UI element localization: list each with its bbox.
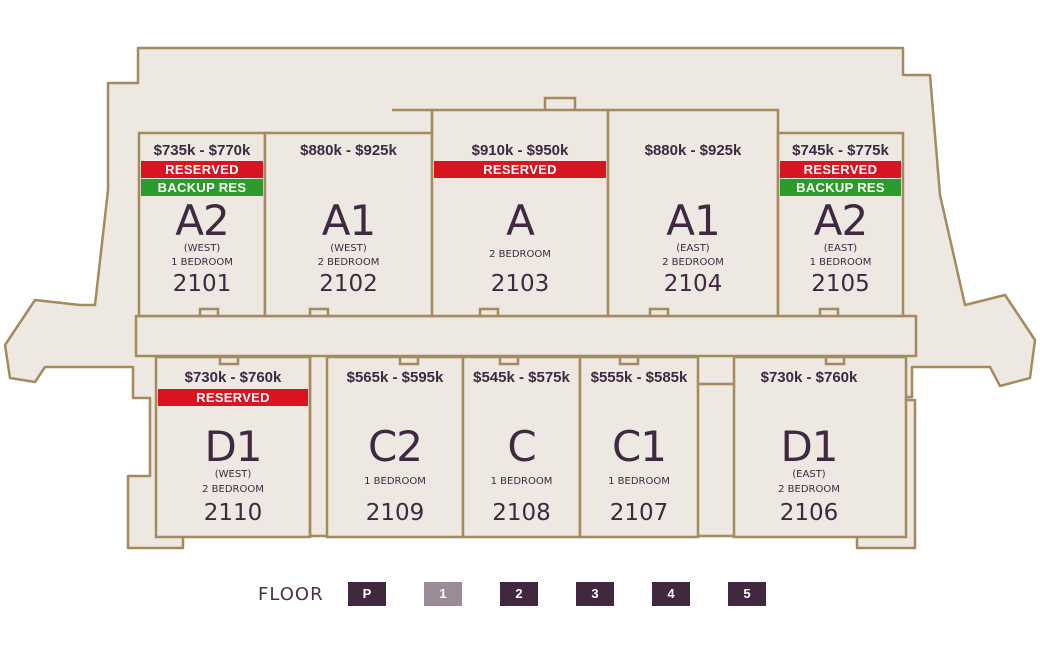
- unit-2104[interactable]: $880k - $925k A1 (EAST) 2 BEDROOM 2104: [608, 133, 778, 316]
- unit-side: (WEST): [183, 243, 221, 254]
- price-range: $545k - $575k: [473, 369, 570, 386]
- floor-button-p[interactable]: P: [348, 582, 386, 606]
- bedroom-count: 1 BEDROOM: [364, 476, 426, 487]
- price-range: $565k - $595k: [346, 369, 444, 386]
- floor-button-4[interactable]: 4: [652, 582, 690, 606]
- unit-2108[interactable]: $545k - $575k C 1 BEDROOM 2108: [463, 357, 580, 537]
- bedroom-count: 2 BEDROOM: [489, 249, 551, 260]
- unit-2109[interactable]: $565k - $595k C2 1 BEDROOM 2109: [327, 357, 463, 537]
- unit-2105[interactable]: $745k - $775k RESERVED BACKUP RES A2 (EA…: [778, 133, 903, 316]
- unit-number: 2110: [203, 500, 263, 526]
- unit-type: A2: [175, 196, 229, 245]
- unit-number: 2109: [365, 500, 425, 526]
- unit-type: D1: [204, 422, 262, 471]
- unit-type: A: [506, 196, 535, 245]
- unit-number: 2108: [492, 500, 551, 526]
- floor-button-2[interactable]: 2: [500, 582, 538, 606]
- unit-side: (EAST): [676, 243, 710, 254]
- unit-2101[interactable]: $735k - $770k RESERVED BACKUP RES A2 (WE…: [139, 133, 265, 316]
- reserved-badge: RESERVED: [158, 389, 308, 406]
- unit-2110[interactable]: $730k - $760k RESERVED D1 (WEST) 2 BEDRO…: [156, 357, 310, 537]
- unit-type: A1: [321, 196, 376, 245]
- unit-type: A1: [666, 196, 720, 245]
- unit-type: A2: [813, 196, 868, 245]
- bedroom-count: 1 BEDROOM: [809, 257, 872, 268]
- unit-type: C: [507, 422, 536, 471]
- bedroom-count: 2 BEDROOM: [202, 484, 264, 495]
- unit-type: C1: [611, 422, 667, 471]
- bedroom-count: 2 BEDROOM: [662, 257, 724, 268]
- bedroom-count: 1 BEDROOM: [171, 257, 233, 268]
- unit-number: 2101: [172, 271, 232, 297]
- price-range: $555k - $585k: [590, 369, 688, 386]
- unit-type: D1: [780, 422, 838, 471]
- unit-number: 2104: [663, 271, 723, 297]
- price-range: $745k - $775k: [792, 142, 889, 159]
- reserved-badge: RESERVED: [780, 161, 901, 178]
- unit-side: (WEST): [214, 469, 252, 480]
- unit-number: 2102: [319, 271, 378, 297]
- unit-2107[interactable]: $555k - $585k C1 1 BEDROOM 2107: [580, 357, 698, 537]
- bedroom-count: 1 BEDROOM: [608, 476, 670, 487]
- unit-type: C2: [367, 422, 423, 471]
- unit-number: 2103: [490, 271, 550, 297]
- price-range: $910k - $950k: [471, 142, 569, 159]
- price-range: $730k - $760k: [760, 369, 858, 386]
- unit-2106[interactable]: $730k - $760k D1 (EAST) 2 BEDROOM 2106: [734, 357, 884, 537]
- floor-button-1[interactable]: 1: [424, 582, 462, 606]
- price-range: $880k - $925k: [300, 142, 397, 159]
- bedroom-count: 2 BEDROOM: [317, 257, 380, 268]
- price-range: $735k - $770k: [153, 142, 251, 159]
- unit-number: 2105: [811, 271, 870, 297]
- unit-number: 2107: [609, 500, 669, 526]
- price-range: $730k - $760k: [184, 369, 282, 386]
- corridor: [134, 314, 918, 358]
- price-range: $880k - $925k: [644, 142, 742, 159]
- bedroom-count: 2 BEDROOM: [778, 484, 840, 495]
- unit-side: (EAST): [823, 243, 858, 254]
- unit-2103[interactable]: $910k - $950k RESERVED A 2 BEDROOM 2103: [432, 133, 608, 316]
- floor-button-3[interactable]: 3: [576, 582, 614, 606]
- unit-2102[interactable]: $880k - $925k A1 (WEST) 2 BEDROOM 2102: [265, 133, 432, 316]
- unit-side: (WEST): [330, 243, 367, 254]
- reserved-badge: RESERVED: [434, 161, 606, 178]
- floor-button-5[interactable]: 5: [728, 582, 766, 606]
- reserved-badge: RESERVED: [141, 161, 263, 178]
- bedroom-count: 1 BEDROOM: [490, 476, 553, 487]
- backup-reserved-badge: BACKUP RES: [780, 179, 901, 196]
- floor-label: FLOOR: [258, 584, 324, 605]
- unit-number: 2106: [779, 500, 839, 526]
- floor-plan-outline: [3, 46, 1037, 550]
- backup-reserved-badge: BACKUP RES: [141, 179, 263, 196]
- unit-side: (EAST): [792, 469, 826, 480]
